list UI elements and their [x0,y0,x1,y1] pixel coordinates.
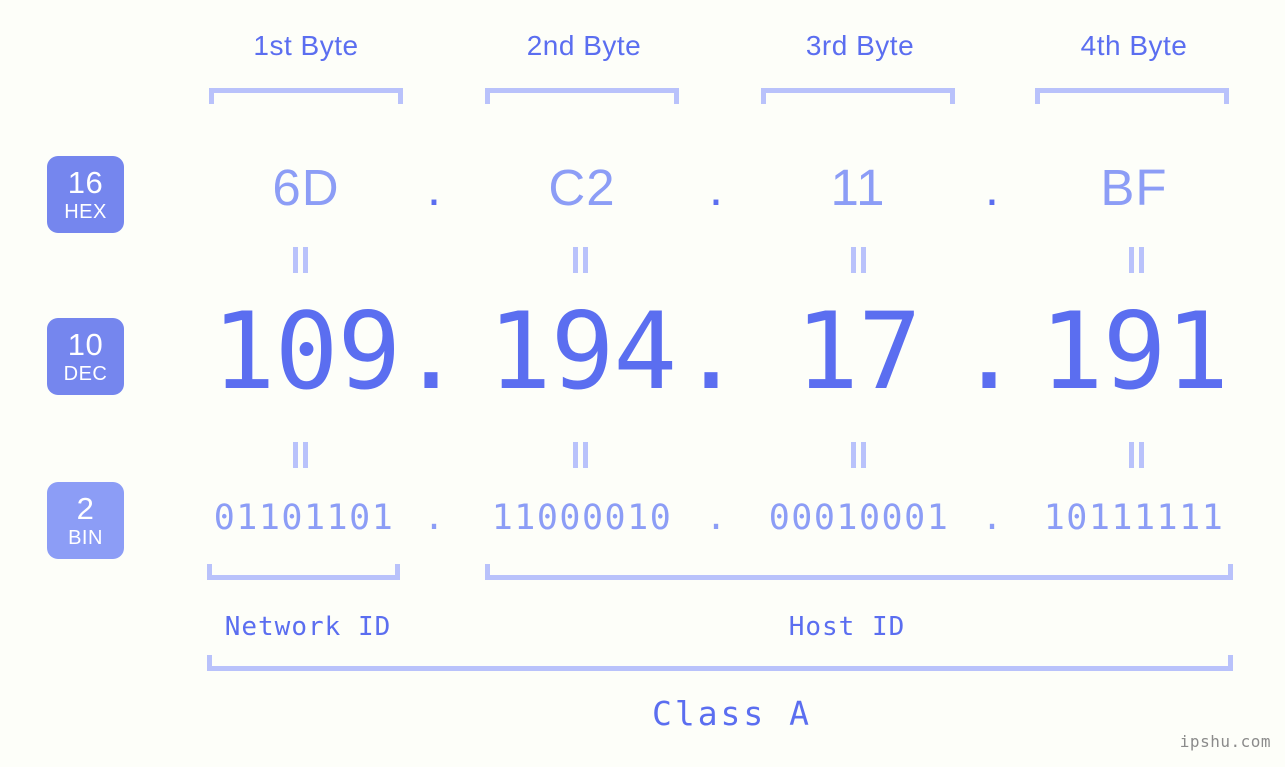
hex-separator-2: . [708,159,724,216]
class-bracket [207,655,1233,671]
base-badge-bin-radix: 2 [76,491,95,526]
hex-separator-3: . [984,159,1000,216]
dec-octet-4: 191 [1039,290,1229,413]
byte-header-1: 1st Byte [253,30,359,61]
equals-connector-hex-dec-2 [572,247,590,273]
base-badge-hex: 16 HEX [47,156,124,233]
bin-octet-2: 11000010 [491,498,673,538]
bin-octet-4: 10111111 [1043,498,1225,538]
hex-octet-2: C2 [548,159,616,216]
equals-connector-dec-bin-2 [572,442,590,468]
base-badge-dec: 10 DEC [47,318,124,395]
bin-octet-1: 01101101 [213,498,395,538]
dec-octet-2: 194 [487,290,677,413]
host-id-bracket [485,564,1233,580]
byte-header-2: 2nd Byte [526,30,642,61]
hex-octet-3: 11 [830,159,886,216]
dec-separator-3: . [957,290,1021,413]
bin-separator-2: . [705,498,727,538]
ip-breakdown-diagram: 1st Byte 2nd Byte 3rd Byte 4th Byte 16 H… [0,0,1285,767]
hex-separator-1: . [426,159,442,216]
host-id-label: Host ID [788,612,906,642]
dec-octet-1: 109 [211,290,401,413]
byte-bracket-top-1 [209,88,403,104]
bin-separator-3: . [981,498,1003,538]
dec-separator-1: . [399,290,463,413]
ip-class-label: Class A [651,694,813,733]
hex-octet-1: 6D [272,159,340,216]
base-badge-hex-radix: 16 [67,165,104,200]
byte-header-4: 4th Byte [1080,30,1188,61]
base-badge-dec-name: DEC [63,363,108,385]
base-badge-dec-radix: 10 [67,327,104,362]
base-badge-bin-name: BIN [68,527,103,549]
network-id-bracket [207,564,400,580]
equals-connector-hex-dec-3 [850,247,868,273]
base-badge-bin: 2 BIN [47,482,124,559]
byte-bracket-top-2 [485,88,679,104]
dec-separator-2: . [679,290,743,413]
bin-octet-3: 00010001 [768,498,950,538]
bin-separator-1: . [423,498,445,538]
hex-octet-4: BF [1100,159,1168,216]
equals-connector-dec-bin-1 [292,442,310,468]
site-watermark: ipshu.com [1179,732,1271,751]
byte-bracket-top-4 [1035,88,1229,104]
byte-header-3: 3rd Byte [805,30,915,61]
equals-connector-dec-bin-4 [1128,442,1146,468]
network-id-label: Network ID [224,612,392,642]
equals-connector-dec-bin-3 [850,442,868,468]
equals-connector-hex-dec-1 [292,247,310,273]
base-badge-hex-name: HEX [64,201,107,223]
dec-octet-3: 17 [795,290,922,413]
byte-bracket-top-3 [761,88,955,104]
equals-connector-hex-dec-4 [1128,247,1146,273]
